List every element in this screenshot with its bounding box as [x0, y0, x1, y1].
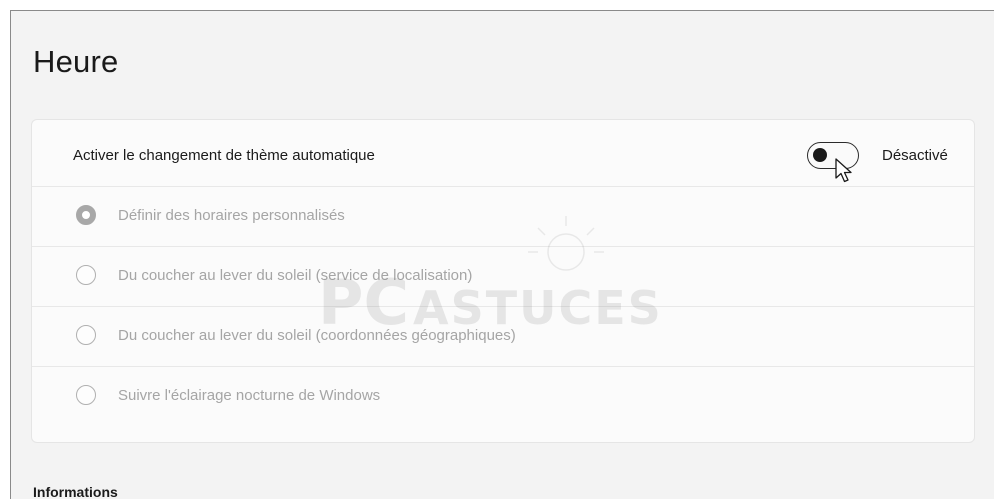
option-row-sunset-location: Du coucher au lever du soleil (service d…	[32, 247, 974, 307]
option-row-sunset-coordinates: Du coucher au lever du soleil (coordonné…	[32, 307, 974, 367]
option-label: Du coucher au lever du soleil (service d…	[118, 267, 473, 284]
page-title: Heure	[33, 44, 119, 79]
option-label: Définir des horaires personnalisés	[118, 207, 345, 224]
auto-theme-card: Activer le changement de thème automatiq…	[31, 119, 975, 443]
radio-sunset-coordinates[interactable]	[76, 325, 96, 345]
option-label: Du coucher au lever du soleil (coordonné…	[118, 327, 516, 344]
settings-window: Heure Activer le changement de thème aut…	[10, 10, 994, 500]
radio-sunset-location[interactable]	[76, 265, 96, 285]
option-row-custom-hours: Définir des horaires personnalisés	[32, 187, 974, 247]
toggle-state-label: Désactivé	[882, 147, 948, 164]
auto-theme-row: Activer le changement de thème automatiq…	[32, 120, 974, 187]
section-title-informations: Informations	[33, 484, 118, 500]
toggle-knob	[813, 148, 827, 162]
radio-custom-hours[interactable]	[76, 205, 96, 225]
mouse-pointer-icon	[835, 158, 852, 183]
option-row-night-light: Suivre l'éclairage nocturne de Windows	[32, 367, 974, 427]
radio-night-light[interactable]	[76, 385, 96, 405]
auto-theme-label: Activer le changement de thème automatiq…	[73, 147, 375, 164]
option-label: Suivre l'éclairage nocturne de Windows	[118, 387, 381, 404]
